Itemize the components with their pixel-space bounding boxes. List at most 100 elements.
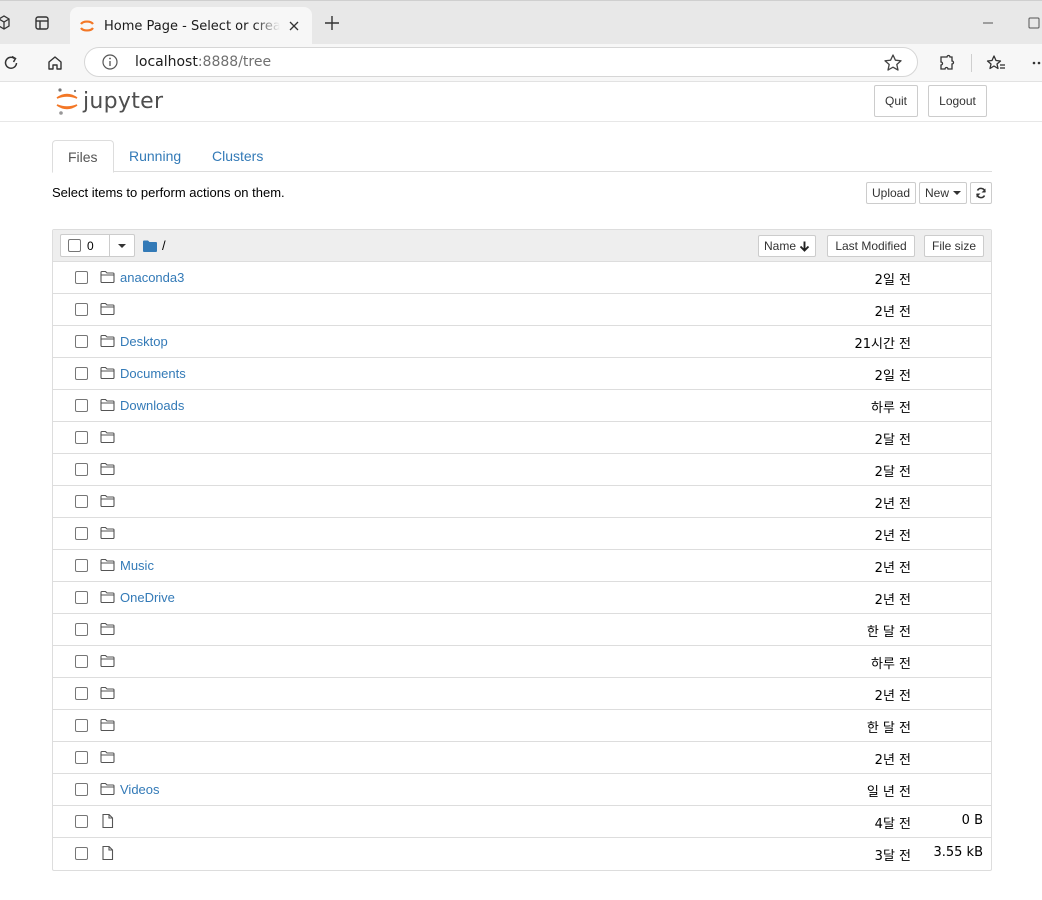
file-row[interactable]: 2달 전 [53,422,991,454]
file-row[interactable]: Music 2년 전 [53,550,991,582]
arrow-down-icon [799,241,810,252]
sort-name-label: Name [763,239,796,253]
row-checkbox[interactable] [75,687,88,700]
jupyter-logo-text: jupyter [83,88,164,114]
tab-clusters[interactable]: Clusters [197,140,278,172]
file-name-link[interactable]: anaconda3 [120,270,184,285]
new-tab-icon[interactable] [320,11,344,35]
extensions-icon[interactable] [934,50,960,76]
file-name-link[interactable]: OneDrive [120,590,175,605]
home-icon[interactable] [42,50,68,76]
row-checkbox[interactable] [75,559,88,572]
folder-icon [100,366,115,380]
jupyter-logo[interactable]: jupyter [55,86,163,116]
file-row[interactable]: 2년 전 [53,742,991,774]
browser-tab-title: Home Page - Select or create a notebook [104,18,280,34]
file-row[interactable]: Desktop 21시간 전 [53,326,991,358]
url-path: :8888/tree [197,54,272,70]
select-all-checkbox[interactable] [68,239,81,252]
sort-by-name-button[interactable]: Name [758,235,816,257]
sort-by-size-button[interactable]: File size [924,235,984,257]
quit-button[interactable]: Quit [874,85,918,117]
refresh-button[interactable] [970,182,992,204]
file-row[interactable]: anaconda3 2일 전 [53,262,991,294]
reload-icon[interactable] [0,50,24,76]
row-checkbox[interactable] [75,431,88,444]
file-row[interactable]: Videos 일 년 전 [53,774,991,806]
address-bar[interactable]: localhost:8888/tree [84,47,918,77]
caret-down-icon [953,191,961,195]
row-checkbox[interactable] [75,367,88,380]
row-checkbox[interactable] [75,751,88,764]
last-modified: 한 달 전 [866,721,911,736]
file-row[interactable]: 2달 전 [53,454,991,486]
browser-tab-home[interactable]: Home Page - Select or create a notebook [70,7,312,45]
upload-button[interactable]: Upload [866,182,916,204]
maximize-icon[interactable] [1022,11,1042,35]
row-checkbox[interactable] [75,399,88,412]
file-name-link[interactable]: Desktop [120,334,168,349]
minimize-icon[interactable] [976,11,1000,35]
folder-icon [100,782,115,796]
last-modified: 하루 전 [870,401,911,416]
file-row[interactable]: 2년 전 [53,294,991,326]
file-row[interactable]: 2년 전 [53,486,991,518]
file-row[interactable]: 한 달 전 [53,614,991,646]
file-name-link[interactable]: Videos [120,782,160,797]
file-row[interactable]: Documents 2일 전 [53,358,991,390]
breadcrumb: / [143,238,166,253]
last-modified: 한 달 전 [866,625,911,640]
tab-files[interactable]: Files [52,140,114,173]
tab-actions-icon[interactable] [30,11,54,35]
last-modified: 2년 전 [874,689,911,704]
last-modified: 2일 전 [874,273,911,288]
sort-by-modified-button[interactable]: Last Modified [827,235,915,257]
info-icon[interactable] [101,53,119,71]
row-checkbox[interactable] [75,655,88,668]
breadcrumb-root[interactable]: / [162,238,166,253]
row-checkbox[interactable] [75,783,88,796]
tab-running[interactable]: Running [114,140,196,172]
folder-icon [100,302,115,316]
folder-icon [100,430,115,444]
row-checkbox[interactable] [75,719,88,732]
file-row[interactable]: 2년 전 [53,678,991,710]
file-row[interactable]: 4달 전 0 B [53,806,991,838]
folder-icon [100,398,115,412]
row-checkbox[interactable] [75,815,88,828]
file-name-link[interactable]: Documents [120,366,186,381]
row-checkbox[interactable] [75,527,88,540]
file-row[interactable]: 2년 전 [53,518,991,550]
row-checkbox[interactable] [75,271,88,284]
logout-button[interactable]: Logout [928,85,987,117]
more-options-icon[interactable] [1026,50,1042,76]
workspaces-icon[interactable] [0,11,16,35]
favorites-icon[interactable] [983,50,1009,76]
browser-tabstrip: Home Page - Select or create a notebook [0,0,1042,45]
row-checkbox[interactable] [75,335,88,348]
row-checkbox[interactable] [75,623,88,636]
close-tab-icon[interactable] [286,18,302,34]
row-checkbox[interactable] [75,303,88,316]
last-modified: 2년 전 [874,593,911,608]
folder-root-icon[interactable] [143,240,157,252]
last-modified: 2년 전 [874,305,911,320]
row-checkbox[interactable] [75,847,88,860]
favorite-star-icon[interactable] [883,53,903,73]
file-name-link[interactable]: Downloads [120,398,184,413]
file-icon [102,814,114,828]
file-row[interactable]: Downloads 하루 전 [53,390,991,422]
file-row[interactable]: 3달 전 3.55 kB [53,838,991,870]
row-checkbox[interactable] [75,495,88,508]
new-dropdown-button[interactable]: New [919,182,967,204]
refresh-icon [976,187,986,199]
file-row[interactable]: 하루 전 [53,646,991,678]
last-modified: 2달 전 [874,433,911,448]
file-row[interactable]: 한 달 전 [53,710,991,742]
file-name-link[interactable]: Music [120,558,154,573]
file-row[interactable]: OneDrive 2년 전 [53,582,991,614]
select-all-checkbox-area[interactable]: 0 [61,235,110,256]
row-checkbox[interactable] [75,463,88,476]
row-checkbox[interactable] [75,591,88,604]
select-menu-dropdown[interactable] [110,235,134,256]
